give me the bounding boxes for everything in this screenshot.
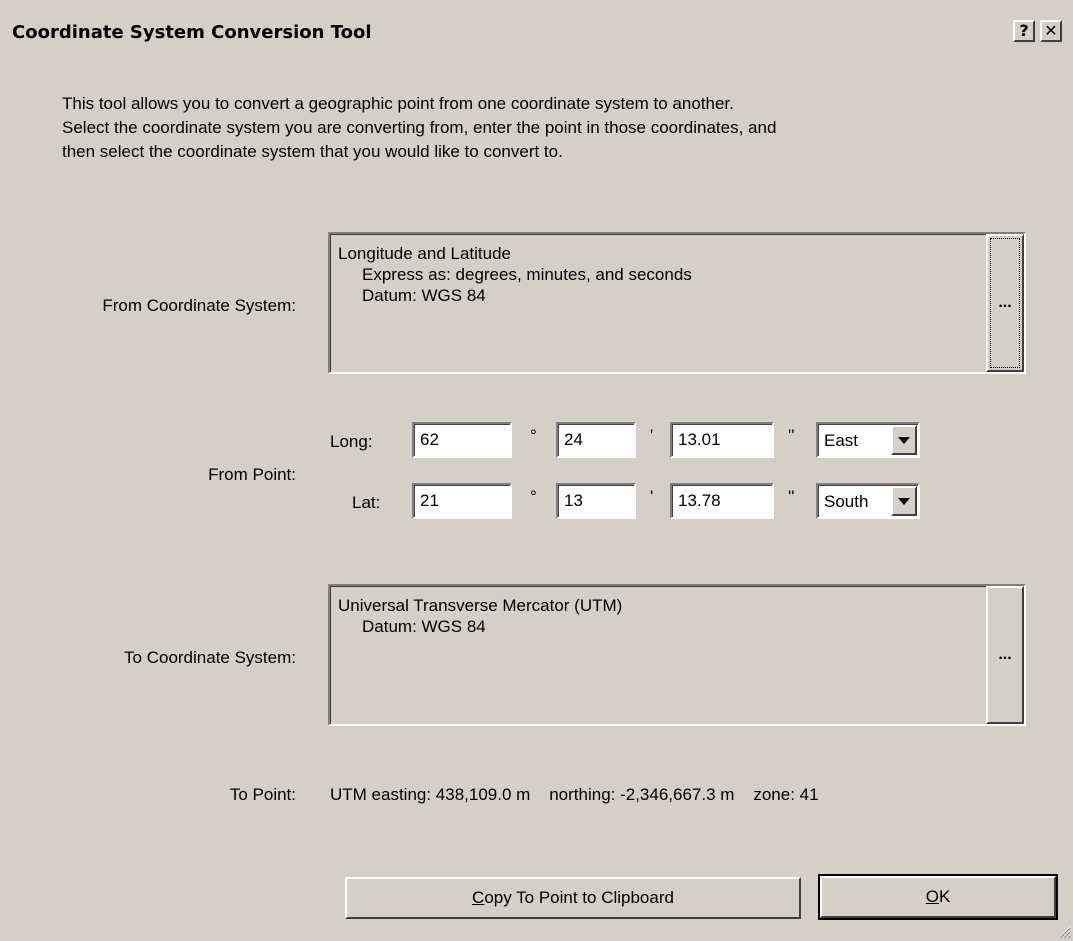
ok-button-label: OK bbox=[925, 887, 951, 906]
lat-label: Lat: bbox=[352, 493, 381, 512]
from-system-format: Express as: degrees, minutes, and second… bbox=[362, 265, 692, 284]
description-line: Select the coordinate system you are con… bbox=[62, 118, 777, 137]
description-line: This tool allows you to convert a geogra… bbox=[62, 94, 734, 113]
from-system-name: Longitude and Latitude bbox=[338, 244, 511, 263]
chevron-down-icon bbox=[898, 497, 910, 505]
lat-direction-select[interactable]: South bbox=[816, 483, 920, 519]
to-point-value: UTM easting: 438,109.0 m northing: -2,34… bbox=[330, 785, 819, 804]
window-title: Coordinate System Conversion Tool bbox=[12, 22, 372, 43]
to-system-name: Universal Transverse Mercator (UTM) bbox=[338, 596, 623, 615]
from-system-datum: Datum: WGS 84 bbox=[362, 286, 486, 305]
long-second-mark: '' bbox=[788, 426, 795, 445]
long-minutes-input[interactable]: 24 bbox=[556, 422, 636, 458]
ok-button[interactable]: OK bbox=[818, 874, 1058, 920]
lat-second-mark: '' bbox=[788, 487, 795, 506]
conversion-dialog: Coordinate System Conversion Tool ? ✕ Th… bbox=[0, 0, 1073, 941]
lat-seconds-input[interactable]: 13.78 bbox=[670, 483, 774, 519]
lat-direction-dropdown-button[interactable] bbox=[891, 486, 917, 516]
to-system-label: To Coordinate System: bbox=[124, 648, 296, 667]
long-direction-value: East bbox=[824, 431, 859, 450]
long-direction-dropdown-button[interactable] bbox=[891, 425, 917, 455]
long-direction-select[interactable]: East bbox=[816, 422, 920, 458]
lat-direction-value: South bbox=[824, 492, 869, 511]
lat-minutes-input[interactable]: 13 bbox=[556, 483, 636, 519]
description-line: then select the coordinate system that y… bbox=[62, 142, 563, 161]
close-button[interactable]: ✕ bbox=[1040, 20, 1062, 42]
resize-grip-icon[interactable] bbox=[1057, 925, 1071, 939]
lat-degree-mark: ° bbox=[530, 487, 537, 506]
to-point-label: To Point: bbox=[229, 785, 296, 804]
lat-minute-mark: ' bbox=[650, 487, 654, 506]
long-seconds-input[interactable]: 13.01 bbox=[670, 422, 774, 458]
to-system-datum: Datum: WGS 84 bbox=[362, 617, 486, 636]
to-system-browse-button[interactable]: ... bbox=[986, 586, 1024, 724]
description: This tool allows you to convert a geogra… bbox=[62, 92, 1022, 164]
long-minute-mark: ' bbox=[650, 426, 654, 445]
long-degree-mark: ° bbox=[530, 426, 537, 445]
chevron-down-icon bbox=[898, 436, 910, 444]
copy-button-label: Copy To Point to Clipboard bbox=[472, 888, 674, 907]
long-label: Long: bbox=[330, 432, 373, 451]
from-system-browse-button[interactable]: ... bbox=[986, 234, 1024, 372]
long-degrees-input[interactable]: 62 bbox=[412, 422, 512, 458]
from-point-label: From Point: bbox=[208, 465, 296, 484]
from-system-box: Longitude and Latitude Express as: degre… bbox=[328, 232, 1026, 374]
close-icon: ✕ bbox=[1044, 21, 1058, 40]
copy-to-clipboard-button[interactable]: Copy To Point to Clipboard bbox=[345, 877, 801, 919]
from-system-label: From Coordinate System: bbox=[102, 296, 296, 315]
help-button[interactable]: ? bbox=[1013, 20, 1035, 42]
lat-degrees-input[interactable]: 21 bbox=[412, 483, 512, 519]
to-system-box: Universal Transverse Mercator (UTM) Datu… bbox=[328, 584, 1026, 726]
